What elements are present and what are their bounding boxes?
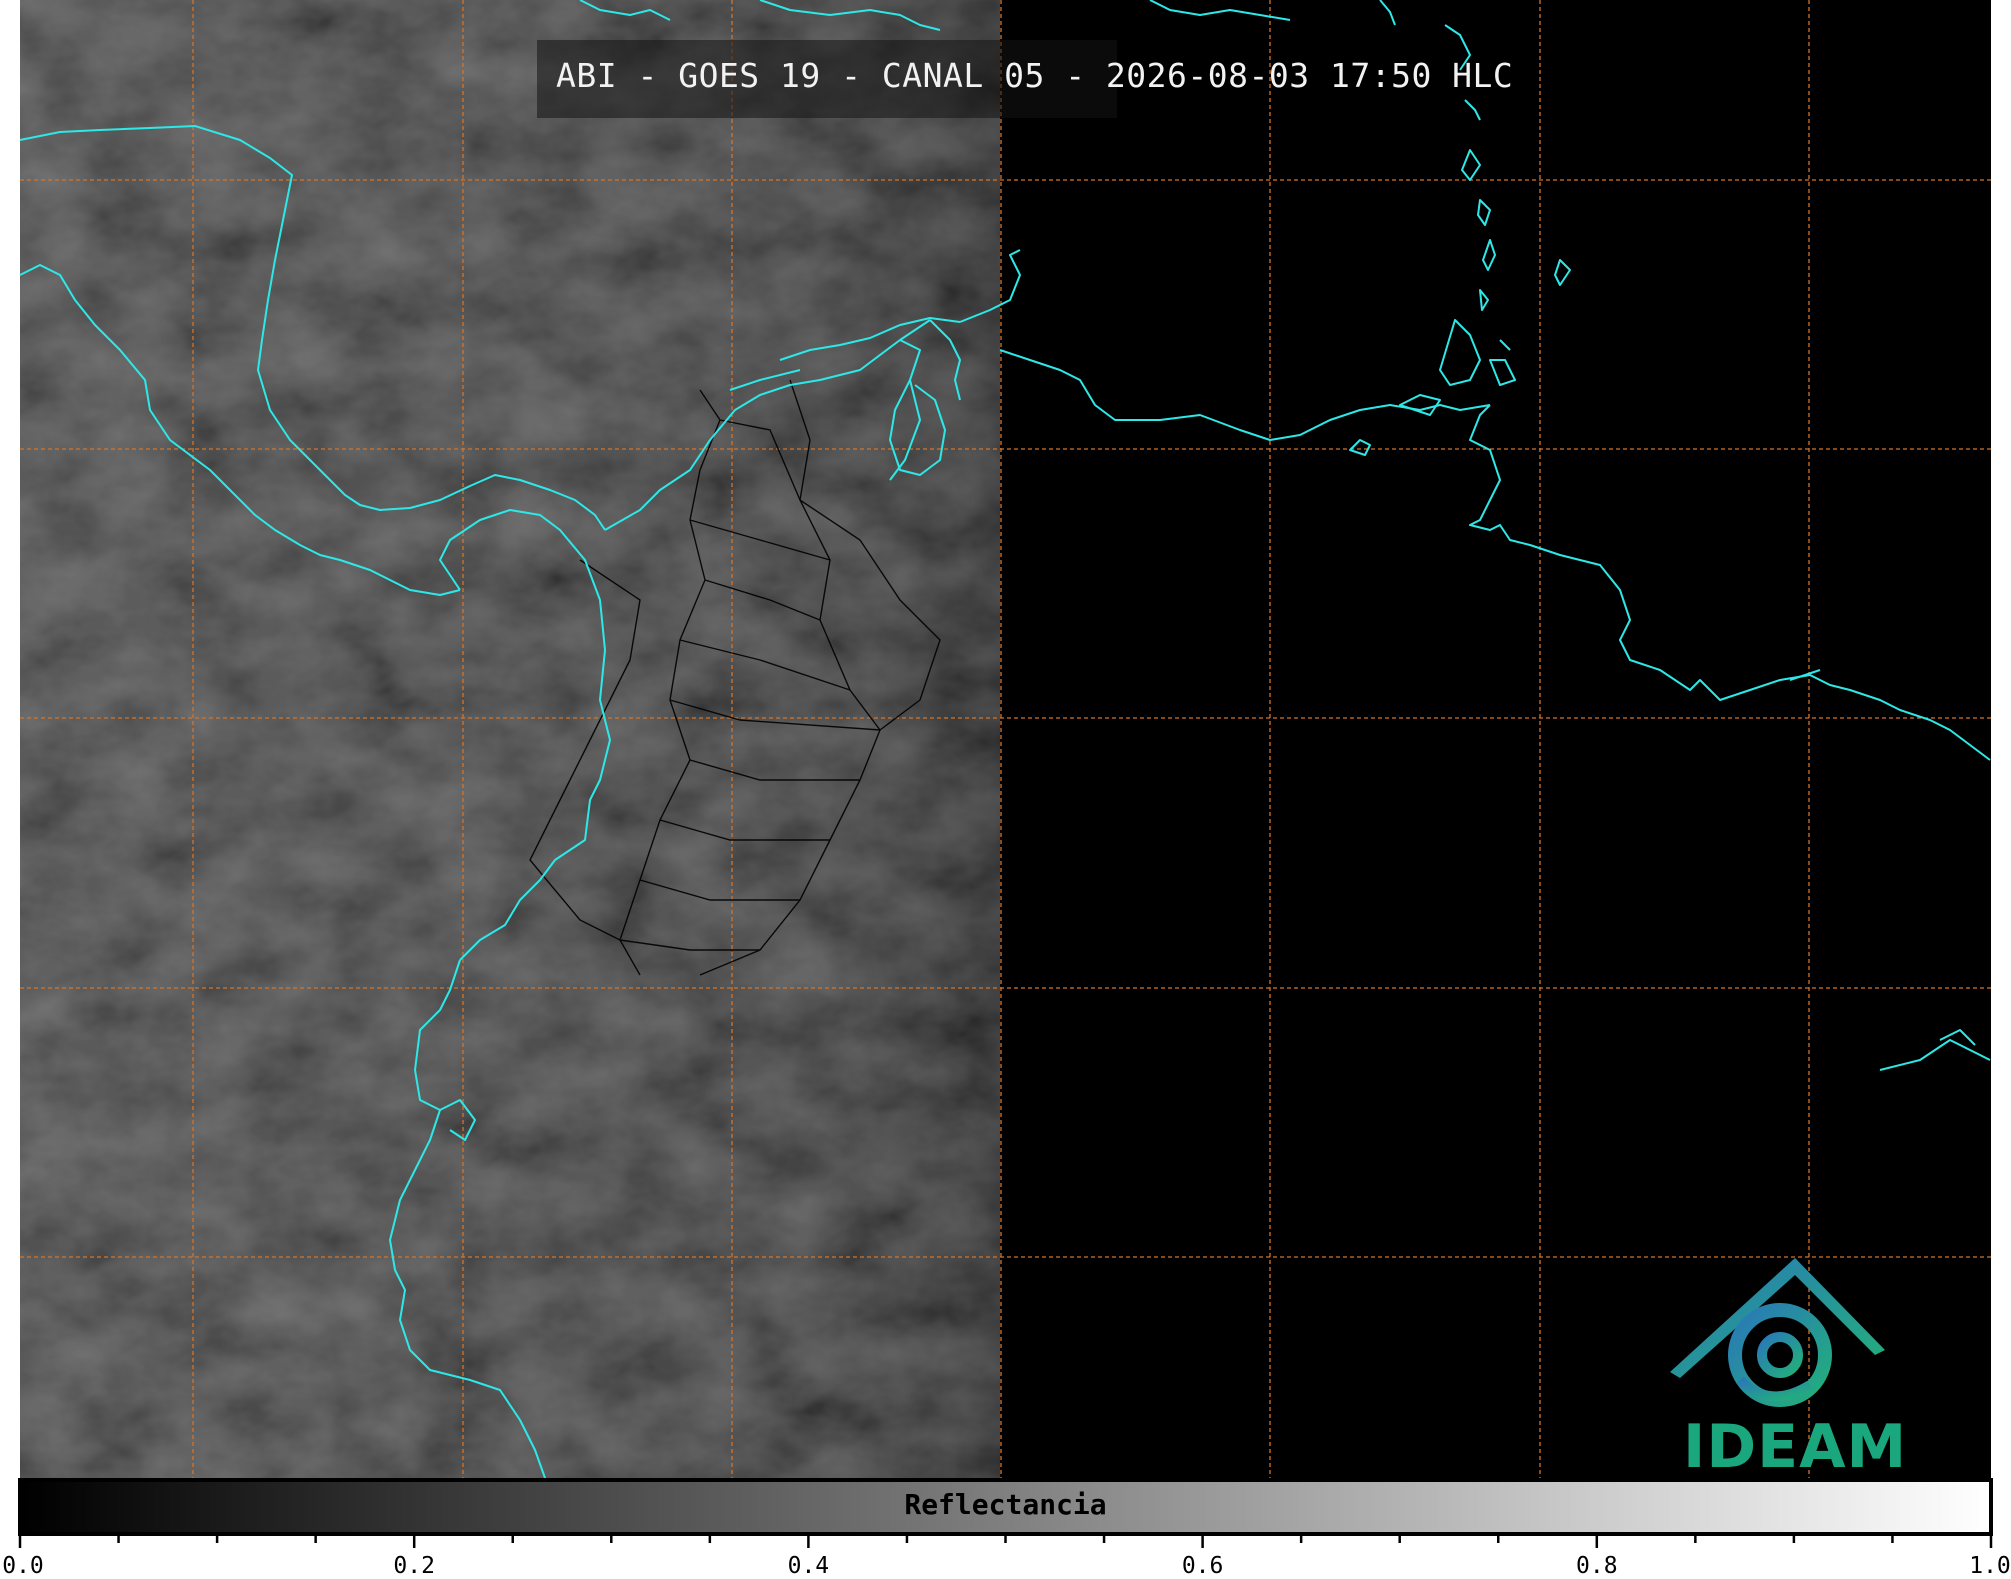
colorbar-tick-label: 0.4 bbox=[787, 1553, 830, 1579]
colorbar-tick-label: 0.6 bbox=[1181, 1553, 1224, 1579]
satellite-map bbox=[18, 0, 1993, 1548]
colorbar-tick-label: 0.2 bbox=[393, 1553, 435, 1579]
colorbar-ticks bbox=[18, 1534, 1993, 1548]
colorbar-label: Reflectancia bbox=[904, 1488, 1107, 1521]
colorbar-tick-label: 1.0 bbox=[1969, 1553, 2011, 1579]
ideam-logo-text: IDEAM bbox=[1683, 1412, 1908, 1482]
cloud-texture bbox=[20, 0, 1000, 1478]
colorbar-tick-label: 0.0 bbox=[2, 1553, 44, 1579]
map-title: ABI - GOES 19 - CANAL 05 - 2026-08-03 17… bbox=[556, 56, 1514, 95]
colorbar-tick-label: 0.8 bbox=[1576, 1553, 1618, 1579]
